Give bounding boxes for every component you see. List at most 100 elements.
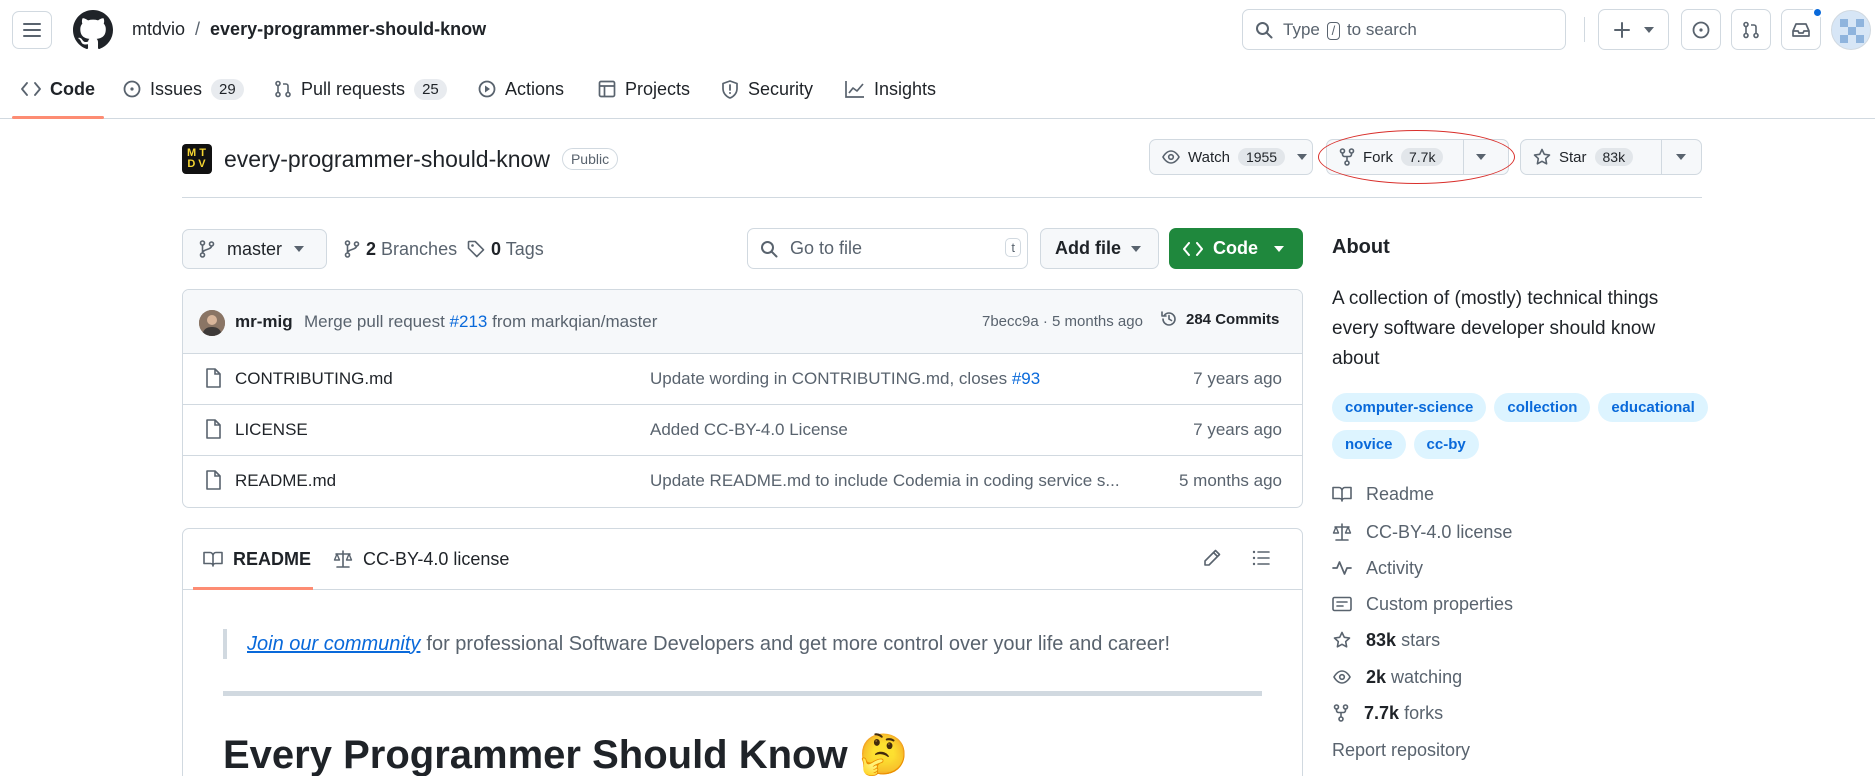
- shortcut-key: t: [1005, 238, 1021, 257]
- file-icon: [206, 368, 221, 388]
- edit-file-button[interactable]: [1203, 549, 1221, 567]
- topic-tag[interactable]: educational: [1598, 393, 1708, 422]
- sidebar-license-label: CC-BY-4.0 license: [1366, 521, 1513, 542]
- watch-dropdown[interactable]: [1297, 140, 1315, 174]
- outline-button[interactable]: [1252, 550, 1270, 566]
- list-unordered-icon: [1252, 550, 1270, 566]
- tab-security[interactable]: Security: [721, 60, 813, 118]
- tab-readme-label: README: [233, 548, 312, 569]
- user-avatar[interactable]: [1831, 10, 1871, 50]
- file-name[interactable]: CONTRIBUTING.md: [235, 369, 393, 389]
- tab-license[interactable]: CC-BY-4.0 license: [333, 529, 509, 589]
- readme-divider: [223, 691, 1262, 696]
- owner-link[interactable]: mtdvio: [132, 19, 185, 40]
- book-icon: [1332, 486, 1352, 502]
- code-dropdown-button[interactable]: Code: [1169, 228, 1303, 269]
- file-icon: [206, 419, 221, 439]
- commit-author[interactable]: mr-mig: [235, 312, 293, 332]
- sidebar-readme-label: Readme: [1366, 483, 1435, 504]
- commit-sha-time[interactable]: 7becc9a · 5 months ago: [982, 313, 1143, 330]
- file-row[interactable]: CONTRIBUTING.md Update wording in CONTRI…: [183, 354, 1302, 405]
- sidebar-license-link[interactable]: CC-BY-4.0 license: [1332, 520, 1512, 544]
- sidebar-activity-label: Activity: [1366, 557, 1424, 578]
- repo-title: MT DV every-programmer-should-know Public: [182, 143, 619, 175]
- go-to-file-input[interactable]: Go to file t: [747, 228, 1028, 269]
- add-file-button[interactable]: Add file: [1040, 228, 1159, 269]
- file-commit-message[interactable]: Update wording in CONTRIBUTING.md, close…: [650, 369, 1130, 389]
- file-commit-message[interactable]: Update README.md to include Codemia in c…: [650, 471, 1130, 491]
- commit-author-avatar[interactable]: [199, 310, 225, 336]
- sidebar-stars-link[interactable]: 83k stars: [1332, 628, 1440, 652]
- topic-tag[interactable]: computer-science: [1332, 393, 1487, 422]
- breadcrumb-separator: /: [195, 19, 201, 39]
- issues-button[interactable]: [1681, 9, 1721, 50]
- thinking-face-icon: 🤔: [858, 733, 909, 776]
- branches-link[interactable]: 2 Branches: [344, 229, 457, 269]
- sidebar-watching-link[interactable]: 2k watching: [1332, 665, 1462, 689]
- tab-readme[interactable]: README: [203, 529, 311, 589]
- table-icon: [598, 80, 616, 98]
- watch-counter: 1955: [1237, 148, 1286, 166]
- star-dropdown[interactable]: [1661, 140, 1700, 174]
- tab-code[interactable]: Code: [21, 60, 95, 118]
- tab-projects[interactable]: Projects: [598, 60, 690, 118]
- branch-select-button[interactable]: master: [182, 229, 327, 269]
- law-icon: [333, 550, 353, 568]
- hamburger-icon: [23, 23, 41, 37]
- watch-button[interactable]: Watch 1955: [1150, 140, 1297, 174]
- blockquote-text: for professional Software Developers and…: [426, 632, 1171, 655]
- star-counter: 83k: [1594, 148, 1634, 166]
- github-logo-icon[interactable]: [73, 10, 113, 50]
- file-name[interactable]: README.md: [235, 471, 336, 491]
- sidebar-activity-link[interactable]: Activity: [1332, 556, 1423, 580]
- graph-icon: [845, 81, 864, 98]
- issue-link[interactable]: #93: [1012, 369, 1040, 388]
- breadcrumb: mtdvio / every-programmer-should-know: [132, 19, 486, 40]
- file-row[interactable]: README.md Update README.md to include Co…: [183, 456, 1302, 507]
- commit-message[interactable]: Merge pull request #213 from markqian/ma…: [304, 312, 657, 332]
- tab-issues[interactable]: Issues 29: [123, 60, 244, 118]
- search-input[interactable]: Type / to search: [1242, 9, 1566, 50]
- sidebar-readme-link[interactable]: Readme: [1332, 482, 1434, 506]
- menu-button[interactable]: [12, 11, 52, 49]
- star-icon: [1333, 631, 1351, 648]
- commit-pr-link[interactable]: #213: [450, 312, 488, 331]
- tab-actions[interactable]: Actions: [478, 60, 564, 118]
- fork-highlight-annotation: [1318, 130, 1515, 184]
- topic-tag[interactable]: novice: [1332, 430, 1406, 459]
- repo-link[interactable]: every-programmer-should-know: [210, 19, 486, 40]
- search-icon: [761, 240, 778, 257]
- star-button[interactable]: Star 83k: [1521, 140, 1661, 174]
- header-divider: [1584, 17, 1585, 42]
- topic-tag[interactable]: cc-by: [1413, 430, 1479, 459]
- search-placeholder: Type / to search: [1283, 19, 1417, 40]
- create-new-button[interactable]: [1598, 9, 1669, 50]
- report-repository-link[interactable]: Report repository: [1332, 738, 1470, 762]
- git-branch-icon: [344, 240, 360, 258]
- file-name[interactable]: LICENSE: [235, 420, 308, 440]
- topic-tag[interactable]: collection: [1494, 393, 1591, 422]
- file-commit-message[interactable]: Added CC-BY-4.0 License: [650, 420, 1130, 440]
- repo-name[interactable]: every-programmer-should-know: [224, 146, 550, 173]
- book-icon: [203, 551, 223, 567]
- sidebar-forks-link[interactable]: 7.7k forks: [1332, 701, 1443, 725]
- tab-pull-requests[interactable]: Pull requests 25: [274, 60, 447, 118]
- watch-label: Watch: [1188, 148, 1230, 166]
- pull-requests-button[interactable]: [1731, 9, 1771, 50]
- tag-icon: [467, 240, 485, 258]
- forks-label: forks: [1404, 702, 1444, 723]
- stars-count: 83k: [1366, 629, 1397, 650]
- tab-insights[interactable]: Insights: [845, 60, 936, 118]
- repo-owner-avatar: MT DV: [182, 144, 212, 174]
- caret-down-icon: [1297, 154, 1308, 160]
- sidebar-custom-properties-label: Custom properties: [1366, 593, 1514, 614]
- tags-link[interactable]: 0 Tags: [467, 229, 544, 269]
- file-row[interactable]: LICENSE Added CC-BY-4.0 License 7 years …: [183, 405, 1302, 456]
- inbox-icon: [1792, 22, 1810, 37]
- join-community-link[interactable]: Join our community: [247, 633, 420, 656]
- git-pull-request-icon: [275, 80, 291, 98]
- play-icon: [478, 80, 496, 98]
- readme-heading: Every Programmer Should Know 🤔: [223, 733, 909, 776]
- commits-link[interactable]: 284 Commits: [1160, 310, 1279, 328]
- sidebar-custom-properties-link[interactable]: Custom properties: [1332, 592, 1513, 616]
